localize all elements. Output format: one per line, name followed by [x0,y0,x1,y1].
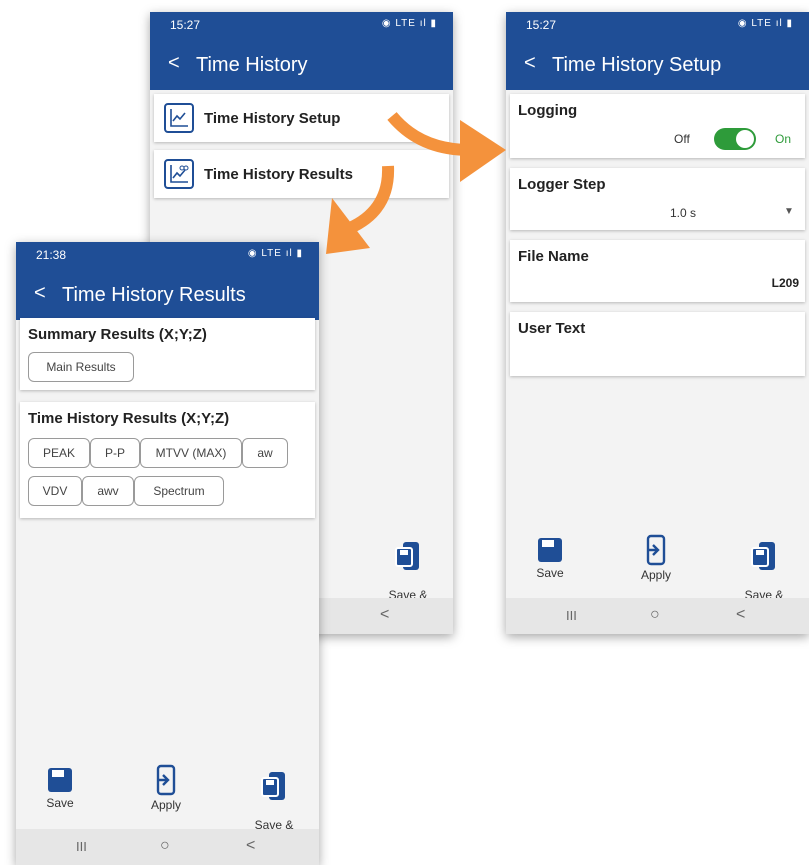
back-button[interactable]: < [524,52,536,75]
save-apply-icon [395,542,419,570]
save-icon [538,538,562,562]
nav-back-button[interactable]: < [246,837,255,855]
menu-label: Time History Results [204,165,353,183]
chip-label: Spectrum [153,484,205,498]
menu-item-time-history-setup[interactable]: Time History Setup [154,94,449,142]
save-button[interactable]: Save [30,766,90,810]
spectrum-chip[interactable]: Spectrum [134,476,224,506]
save-label: Save [46,796,74,810]
toggle-off-label: Off [674,132,690,146]
apply-icon [646,534,666,566]
apply-label: Apply [150,798,182,812]
toggle-on-label: On [775,132,792,146]
logger-step-value: 1.0 s [670,206,697,220]
summary-results-title: Summary Results (X;Y;Z) [28,326,207,343]
system-nav-bar: III ○ < [16,829,319,865]
chip-label: aw [257,446,273,460]
file-name-card[interactable]: File Name L209 [510,240,805,302]
logging-card: Logging Off On [510,94,805,158]
logger-step-card[interactable]: Logger Step 1.0 s ▼ [510,168,805,230]
status-icons: ◉ LTE ıl ▮ [247,248,303,259]
nav-recents-button[interactable]: III [566,608,577,623]
awv-chip[interactable]: awv [82,476,134,506]
nav-home-button[interactable]: ○ [650,606,660,624]
chip-label: VDV [42,484,68,498]
chip-label: PEAK [42,446,75,460]
apply-button[interactable]: Apply [136,764,196,812]
chip-label: awv [97,484,119,498]
page-title: Time History Setup [552,54,722,76]
app-bar: < Time History Results [16,270,319,320]
nav-back-button[interactable]: < [380,606,389,624]
app-bar: < Time History Setup [506,40,809,90]
status-time: 21:38 [36,248,67,262]
nav-recents-button[interactable]: III [76,839,87,854]
status-icons: ◉ LTE ıl ▮ [737,18,793,29]
chip-label: P-P [104,446,125,460]
back-button[interactable]: < [34,282,46,305]
screen-time-history-results: 21:38 ◉ LTE ıl ▮ < Time History Results … [16,242,319,865]
mtvv-max-chip[interactable]: MTVV (MAX) [140,438,242,468]
page-title: Time History [196,54,308,76]
screen-time-history-setup: 15:27 ◉ LTE ıl ▮ < Time History Setup Lo… [506,12,809,634]
save-apply-icon [751,542,775,570]
p-p-chip[interactable]: P-P [90,438,140,468]
chart-setup-icon [164,103,194,133]
chip-label: MTVV (MAX) [155,446,227,460]
save-label: Save [536,566,564,580]
nav-home-button[interactable]: ○ [160,837,170,855]
summary-results-card: Summary Results (X;Y;Z) Main Results [20,318,315,390]
nav-back-button[interactable]: < [736,606,745,624]
status-icons: ◉ LTE ıl ▮ [381,18,437,29]
apply-icon [156,764,176,796]
dropdown-arrow-icon: ▼ [784,206,794,217]
save-icon [48,768,72,792]
status-bar: 21:38 ◉ LTE ıl ▮ [16,242,319,270]
user-text-label: User Text [518,320,586,337]
save-button[interactable]: Save [520,536,580,580]
apply-label: Apply [640,568,672,582]
time-history-results-title: Time History Results (X;Y;Z) [28,410,230,427]
apply-button[interactable]: Apply [626,534,686,582]
chart-results-icon [164,159,194,189]
save-apply-icon [261,772,285,800]
system-nav-bar: III ○ < [506,598,809,634]
back-button[interactable]: < [168,52,180,75]
peak-chip[interactable]: PEAK [28,438,90,468]
aw-chip[interactable]: aw [242,438,288,468]
status-time: 15:27 [526,18,557,32]
chip-label: Main Results [46,360,116,374]
logging-toggle[interactable] [714,128,756,150]
main-results-chip[interactable]: Main Results [28,352,134,382]
menu-label: Time History Setup [204,109,341,127]
menu-item-time-history-results[interactable]: Time History Results [154,150,449,198]
file-name-label: File Name [518,248,589,265]
logging-label: Logging [518,102,578,119]
logger-step-label: Logger Step [518,176,606,193]
file-name-value: L209 [771,276,799,290]
time-history-results-card: Time History Results (X;Y;Z) PEAK P-P MT… [20,402,315,518]
user-text-card[interactable]: User Text [510,312,805,376]
vdv-chip[interactable]: VDV [28,476,82,506]
page-title: Time History Results [62,284,246,306]
status-bar: 15:27 ◉ LTE ıl ▮ [150,12,453,40]
status-bar: 15:27 ◉ LTE ıl ▮ [506,12,809,40]
status-time: 15:27 [170,18,201,32]
app-bar: < Time History [150,40,453,90]
